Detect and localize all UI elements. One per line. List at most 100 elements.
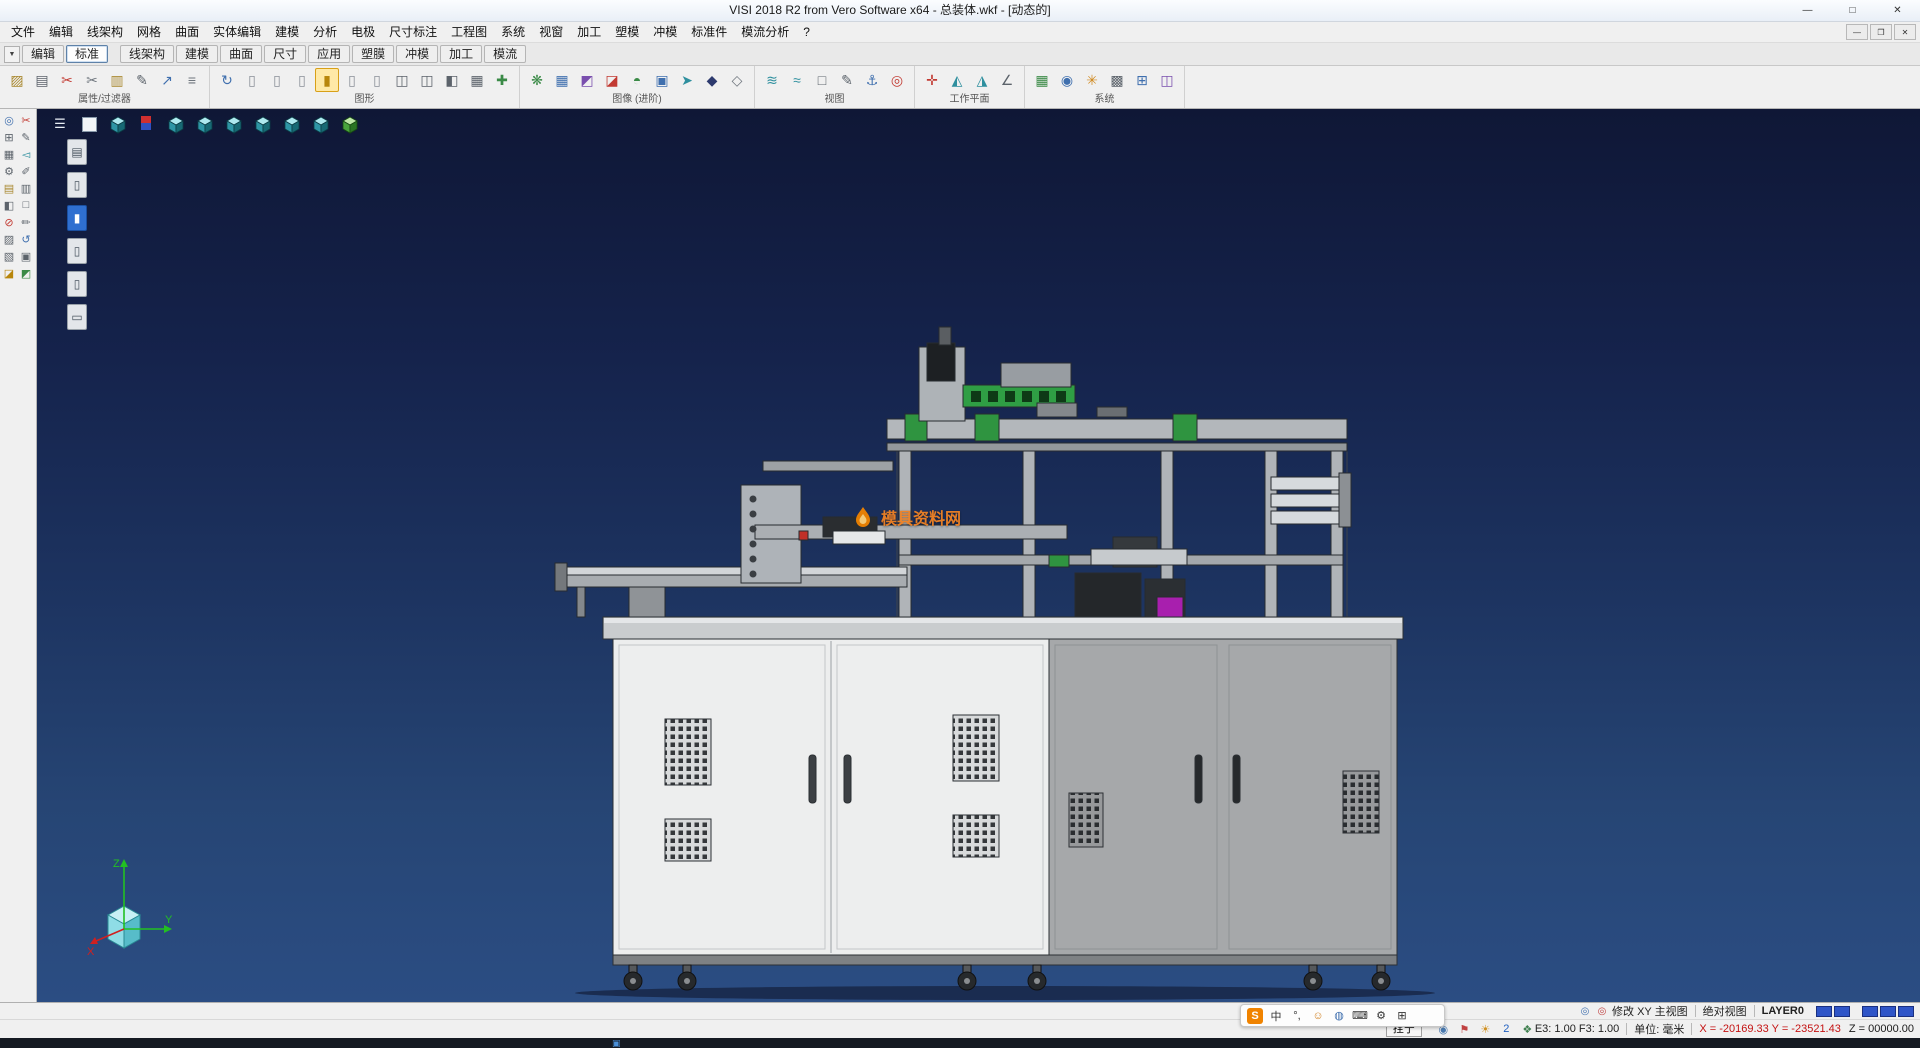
display-mode-4-icon[interactable]: ▯ — [67, 238, 87, 264]
ime-mic-icon[interactable]: ◍ — [1331, 1008, 1347, 1024]
display-mode-6-icon[interactable]: ▭ — [67, 304, 87, 330]
sogou-icon[interactable]: S — [1247, 1008, 1263, 1024]
menu-item-5[interactable]: 实体编辑 — [206, 22, 268, 42]
menu-item-15[interactable]: 冲模 — [646, 22, 684, 42]
refresh-view-icon[interactable]: ↻ — [215, 68, 239, 92]
trim-icon[interactable]: ✂ — [18, 112, 34, 128]
cylinder-mixed-icon[interactable]: ▯ — [365, 68, 389, 92]
bounding-box-icon[interactable]: □ — [18, 197, 34, 213]
active-layer-label[interactable]: LAYER0 — [1762, 1005, 1804, 1017]
layer-swatch[interactable] — [1880, 1006, 1896, 1017]
tab-5[interactable]: 尺寸 — [264, 45, 306, 63]
machine-3d-model[interactable] — [37, 109, 1920, 1002]
dual-view-icon[interactable]: ◫ — [390, 68, 414, 92]
view-right-cube-icon[interactable] — [252, 113, 274, 135]
dynamic-pan-icon[interactable]: ≈ — [785, 68, 809, 92]
minimize-button[interactable]: — — [1785, 0, 1830, 21]
menu-item-3[interactable]: 网格 — [130, 22, 168, 42]
material-icon[interactable]: ▣ — [650, 68, 674, 92]
ime-lang-icon[interactable]: 中 — [1268, 1008, 1284, 1024]
menu-item-2[interactable]: 线架构 — [80, 22, 130, 42]
view-top-cube-icon[interactable] — [107, 113, 129, 135]
tab-7[interactable]: 塑膜 — [352, 45, 394, 63]
menu-item-9[interactable]: 尺寸标注 — [382, 22, 444, 42]
quick-select-icon[interactable]: ↗ — [155, 68, 179, 92]
add-view-icon[interactable]: ✚ — [490, 68, 514, 92]
view-marker-icon[interactable] — [136, 113, 158, 135]
tray-count-icon[interactable]: 2 — [1499, 1022, 1514, 1037]
layer-swatch-group-0[interactable] — [1816, 1006, 1850, 1017]
ambient-icon[interactable]: ◓ — [625, 68, 649, 92]
texture-icon[interactable]: ▦ — [550, 68, 574, 92]
menu-item-18[interactable]: ? — [796, 22, 817, 42]
view-back-cube-icon[interactable] — [194, 113, 216, 135]
zoom-pen-icon[interactable]: ✎ — [835, 68, 859, 92]
view-shaded-cube-icon[interactable] — [339, 113, 361, 135]
cylinder-render-icon[interactable]: ▯ — [340, 68, 364, 92]
menu-item-4[interactable]: 曲面 — [168, 22, 206, 42]
shaded-mode-icon[interactable]: ▮ — [315, 68, 339, 92]
menu-item-8[interactable]: 电极 — [344, 22, 382, 42]
view-left-cube-icon[interactable] — [223, 113, 245, 135]
attributes-icon[interactable]: ▨ — [5, 68, 29, 92]
tab-2[interactable]: 线架构 — [120, 45, 174, 63]
tray-sun-icon[interactable]: ☀ — [1478, 1022, 1493, 1037]
ime-emoji-icon[interactable]: ☺ — [1310, 1008, 1326, 1024]
menu-item-0[interactable]: 文件 — [4, 22, 42, 42]
gold-layer-icon[interactable]: ◪ — [1, 265, 17, 281]
pattern-icon[interactable]: ▧ — [1, 248, 17, 264]
sketch-icon[interactable]: ✎ — [18, 129, 34, 145]
half-shade-left-icon[interactable]: ◧ — [1, 197, 17, 213]
maximize-button[interactable]: □ — [1830, 0, 1875, 21]
view-menu-icon[interactable]: ☰ — [49, 113, 71, 135]
cut-active-icon[interactable]: ✂ — [55, 68, 79, 92]
system-layers-icon[interactable]: ▩ — [1105, 68, 1129, 92]
tab-6[interactable]: 应用 — [308, 45, 350, 63]
rotate-view-icon[interactable]: ◅ — [18, 146, 34, 162]
display-mode-5-icon[interactable]: ▯ — [67, 271, 87, 297]
background-icon[interactable]: ◆ — [700, 68, 724, 92]
menu-item-6[interactable]: 建模 — [268, 22, 306, 42]
mdi-restore-button[interactable]: ❐ — [1870, 24, 1892, 40]
tab-10[interactable]: 模流 — [484, 45, 526, 63]
units-label[interactable]: 单位: 毫米 — [1634, 1021, 1684, 1037]
layer-swatch[interactable] — [1816, 1006, 1832, 1017]
ime-keyboard-icon[interactable]: ⌨ — [1352, 1008, 1368, 1024]
layer-swatch[interactable] — [1834, 1006, 1850, 1017]
split-view-icon[interactable]: ◫ — [415, 68, 439, 92]
workplane-angle-icon[interactable]: ∠ — [995, 68, 1019, 92]
absolute-view-label[interactable]: 绝对视图 — [1703, 1003, 1747, 1019]
dynamic-rotate-icon[interactable]: ≋ — [760, 68, 784, 92]
view-mode-label[interactable]: 修改 XY 主视图 — [1612, 1003, 1688, 1019]
cut-icon[interactable]: ✂ — [80, 68, 104, 92]
system-settings-icon[interactable]: ✳ — [1080, 68, 1104, 92]
menu-item-7[interactable]: 分析 — [306, 22, 344, 42]
menu-item-10[interactable]: 工程图 — [444, 22, 494, 42]
tray-flag-icon[interactable]: ⚑ — [1457, 1022, 1472, 1037]
tab-1[interactable]: 标准 — [66, 45, 108, 63]
undo-icon[interactable]: ↺ — [18, 231, 34, 247]
ime-tools-icon[interactable]: ⚙ — [1373, 1008, 1389, 1024]
menu-item-16[interactable]: 标准件 — [684, 22, 734, 42]
transparency-icon[interactable]: ◇ — [725, 68, 749, 92]
render-quality-icon[interactable]: ❋ — [525, 68, 549, 92]
zoom-window-icon[interactable]: □ — [810, 68, 834, 92]
hide-icon[interactable]: ⊘ — [1, 214, 17, 230]
workplane-flip-icon[interactable]: ◮ — [970, 68, 994, 92]
half-shade-icon[interactable]: ◧ — [440, 68, 464, 92]
tab-3[interactable]: 建模 — [176, 45, 218, 63]
display-mode-1-icon[interactable]: ▤ — [67, 139, 87, 165]
select-icon[interactable]: ◎ — [1, 112, 17, 128]
view-dimetric-cube-icon[interactable] — [310, 113, 332, 135]
target-icon[interactable]: ▣ — [18, 248, 34, 264]
3d-viewport[interactable]: ☰ ▤▯▮▯▯▭ 模具资料网 Z Y X — [37, 109, 1920, 1002]
view-center-icon[interactable]: ◎ — [885, 68, 909, 92]
view-front-cube-icon[interactable] — [165, 113, 187, 135]
menu-item-12[interactable]: 视窗 — [532, 22, 570, 42]
layer-swatch[interactable] — [1898, 1006, 1914, 1017]
cylinder-wireframe-icon[interactable]: ▯ — [240, 68, 264, 92]
tab-0[interactable]: 编辑 — [22, 45, 64, 63]
tab-9[interactable]: 加工 — [440, 45, 482, 63]
print-icon[interactable]: ▤ — [30, 68, 54, 92]
mdi-close-button[interactable]: ✕ — [1894, 24, 1916, 40]
